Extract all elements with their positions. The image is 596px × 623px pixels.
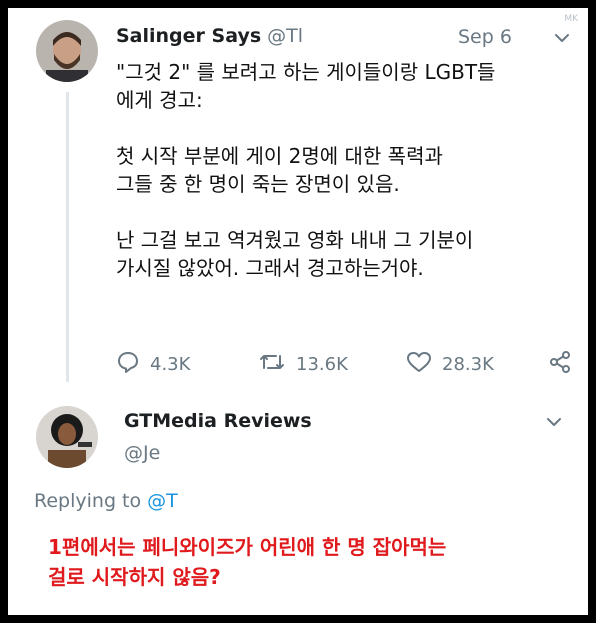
reply-author-name[interactable]: GTMedia Reviews	[124, 410, 312, 432]
speech-bubble-icon	[116, 350, 150, 379]
tweet-text: "그것 2" 를 보려고 하는 게이들이랑 LGBT들 에게 경고: 첫 시작 …	[116, 60, 496, 280]
chevron-down-icon[interactable]	[552, 28, 574, 50]
reply-count: 4.3K	[150, 354, 191, 375]
replying-to-label: Replying to	[34, 490, 142, 512]
author-avatar[interactable]	[36, 20, 98, 82]
share-button[interactable]	[548, 350, 582, 379]
retweet-button[interactable]: 13.6K	[258, 350, 348, 379]
retweet-arrows-icon	[258, 350, 296, 379]
like-button[interactable]: 28.3K	[406, 350, 494, 379]
reply-author-avatar[interactable]	[36, 406, 98, 468]
tweet-date[interactable]: Sep 6	[458, 26, 512, 48]
like-count: 28.3K	[442, 354, 494, 375]
tweet-thread-card: MK Salinger Says @Tl Sep 6 "그것 2" 를 보려고 …	[8, 8, 588, 615]
retweet-count: 13.6K	[296, 354, 348, 375]
reply-author-handle[interactable]: @Je	[124, 442, 160, 464]
reply-button[interactable]: 4.3K	[116, 350, 190, 379]
replying-to-line: Replying to @T	[34, 490, 178, 512]
thread-connector-line	[66, 92, 69, 382]
reply-text: 1편에서는 페니와이즈가 어린애 한 명 잡아먹는 걸로 시작하지 않음?	[48, 535, 447, 589]
share-nodes-icon	[548, 350, 582, 379]
replying-to-mention[interactable]: @T	[147, 490, 178, 512]
author-handle[interactable]: @Tl	[267, 25, 303, 47]
author-name[interactable]: Salinger Says	[116, 25, 261, 47]
heart-outline-icon	[406, 350, 442, 379]
tweet-actions: 4.3K 13.6K 28.3K	[116, 350, 576, 380]
chevron-down-icon[interactable]	[544, 412, 566, 434]
